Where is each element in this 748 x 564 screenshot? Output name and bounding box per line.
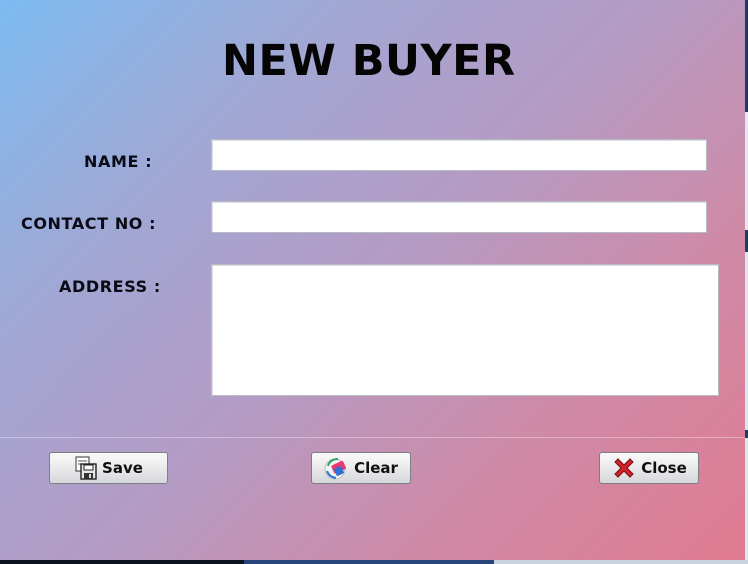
close-button[interactable]: Close <box>599 452 699 484</box>
name-label: NAME : <box>84 152 153 171</box>
red-x-icon <box>611 455 637 481</box>
new-buyer-dialog: NEW BUYER NAME : CONTACT NO : ADDRESS : … <box>0 0 748 560</box>
floppy-disk-icon <box>74 456 98 480</box>
address-textarea[interactable] <box>211 264 719 396</box>
name-input[interactable] <box>211 139 707 171</box>
dialog-title: NEW BUYER <box>222 36 516 86</box>
eraser-icon <box>324 456 350 480</box>
contact-no-label: CONTACT NO : <box>21 214 157 233</box>
clear-button-label: Clear <box>354 459 398 477</box>
address-label: ADDRESS : <box>59 277 161 296</box>
save-button-label: Save <box>102 459 143 477</box>
clear-button[interactable]: Clear <box>311 452 411 484</box>
contact-no-input[interactable] <box>211 201 707 233</box>
close-button-label: Close <box>641 459 687 477</box>
save-button[interactable]: Save <box>49 452 168 484</box>
button-bar-separator <box>0 437 748 438</box>
background-window-strip <box>0 560 748 564</box>
